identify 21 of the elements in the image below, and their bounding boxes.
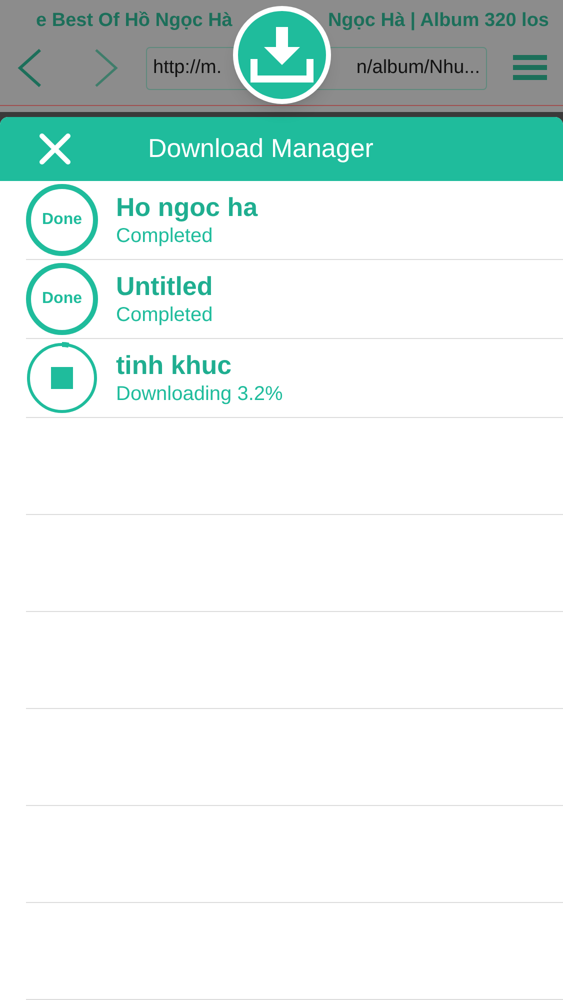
done-badge: Done bbox=[26, 184, 98, 256]
url-text: http://m. bbox=[153, 56, 222, 80]
menu-icon[interactable] bbox=[513, 55, 547, 81]
done-badge: Done bbox=[26, 262, 98, 335]
download-status: Completed bbox=[116, 302, 213, 328]
download-name: Ho ngoc ha bbox=[116, 190, 258, 223]
header-title: Download Manager bbox=[148, 132, 374, 166]
page-title: e Best Of Hồ Ngọc Hà bbox=[36, 8, 232, 33]
download-name: tinh khuc bbox=[116, 348, 233, 381]
download-icon bbox=[250, 25, 314, 85]
download-name: Untitled bbox=[116, 270, 213, 302]
url-text: n/album/Nhu... bbox=[356, 56, 480, 80]
stop-icon[interactable] bbox=[26, 342, 98, 414]
download-row[interactable]: Done Ho ngoc ha Completed bbox=[26, 180, 563, 260]
download-row[interactable]: tinh khuc Downloading 3.2% bbox=[26, 338, 563, 418]
back-icon[interactable] bbox=[16, 48, 44, 88]
download-status: Completed bbox=[116, 224, 214, 249]
download-status: Downloading 3.2% bbox=[116, 382, 283, 407]
page-title: Ngọc Hà | Album 320 los bbox=[328, 8, 549, 33]
close-icon[interactable] bbox=[38, 132, 72, 166]
download-row[interactable]: Done Untitled Completed bbox=[26, 260, 563, 339]
